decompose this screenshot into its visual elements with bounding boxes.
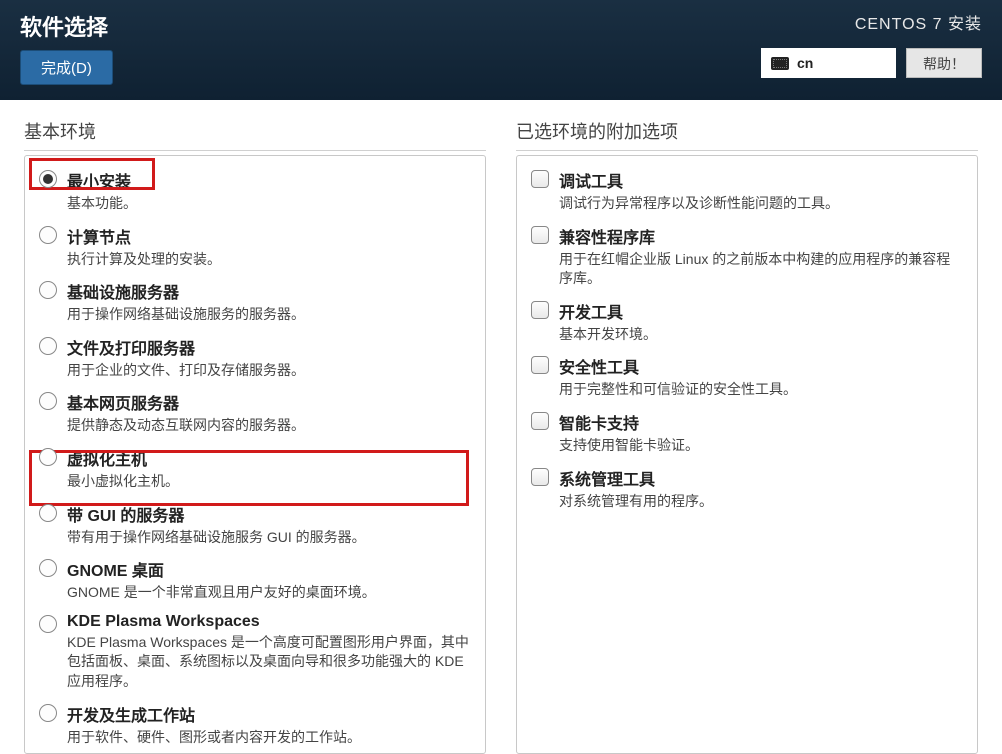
radio-button[interactable]: [39, 226, 57, 244]
keyboard-layout-indicator[interactable]: cn: [761, 48, 896, 78]
option-text: 智能卡支持支持使用智能卡验证。: [559, 410, 963, 456]
header-bar: 软件选择 完成(D) CENTOS 7 安装 cn 帮助！: [0, 0, 1002, 100]
header-left: 软件选择 完成(D): [20, 10, 113, 85]
addon-option[interactable]: 系统管理工具对系统管理有用的程序。: [529, 462, 965, 518]
addon-option[interactable]: 兼容性程序库用于在红帽企业版 Linux 的之前版本中构建的应用程序的兼容程序库…: [529, 220, 965, 295]
option-text: GNOME 桌面GNOME 是一个非常直观且用户友好的桌面环境。: [67, 557, 471, 603]
option-desc: 基本功能。: [67, 194, 471, 214]
option-title: 兼容性程序库: [559, 224, 963, 248]
option-title: 智能卡支持: [559, 410, 963, 434]
addon-option[interactable]: 开发工具基本开发环境。: [529, 295, 965, 351]
radio-button[interactable]: [39, 448, 57, 466]
option-title: 基本网页服务器: [67, 390, 471, 414]
checkbox[interactable]: [531, 226, 549, 244]
option-title: 带 GUI 的服务器: [67, 502, 471, 526]
option-desc: 用于操作网络基础设施服务的服务器。: [67, 305, 471, 325]
help-button[interactable]: 帮助！: [906, 48, 982, 78]
option-text: 兼容性程序库用于在红帽企业版 Linux 的之前版本中构建的应用程序的兼容程序库…: [559, 224, 963, 289]
addons-heading: 已选环境的附加选项: [516, 118, 978, 151]
radio-button[interactable]: [39, 559, 57, 577]
option-title: 开发工具: [559, 299, 963, 323]
option-text: 计算节点执行计算及处理的安装。: [67, 224, 471, 270]
option-text: 基础设施服务器用于操作网络基础设施服务的服务器。: [67, 279, 471, 325]
option-desc: 执行计算及处理的安装。: [67, 250, 471, 270]
option-desc: 支持使用智能卡验证。: [559, 436, 963, 456]
option-title: KDE Plasma Workspaces: [67, 613, 471, 631]
radio-button[interactable]: [39, 615, 57, 633]
checkbox[interactable]: [531, 170, 549, 188]
done-button[interactable]: 完成(D): [20, 50, 113, 85]
environment-option[interactable]: 基本网页服务器提供静态及动态互联网内容的服务器。: [37, 386, 473, 442]
keyboard-icon: [771, 57, 789, 70]
environment-option[interactable]: 基础设施服务器用于操作网络基础设施服务的服务器。: [37, 275, 473, 331]
option-desc: 基本开发环境。: [559, 325, 963, 345]
install-title: CENTOS 7 安装: [761, 10, 982, 34]
option-desc: 调试行为异常程序以及诊断性能问题的工具。: [559, 194, 963, 214]
option-text: 开发工具基本开发环境。: [559, 299, 963, 345]
option-title: GNOME 桌面: [67, 557, 471, 581]
checkbox[interactable]: [531, 468, 549, 486]
addons-list[interactable]: 调试工具调试行为异常程序以及诊断性能问题的工具。兼容性程序库用于在红帽企业版 L…: [516, 155, 978, 754]
option-desc: 提供静态及动态互联网内容的服务器。: [67, 416, 471, 436]
radio-button[interactable]: [39, 337, 57, 355]
base-environment-list[interactable]: 最小安装基本功能。计算节点执行计算及处理的安装。基础设施服务器用于操作网络基础设…: [24, 155, 486, 754]
option-desc: 用于软件、硬件、图形或者内容开发的工作站。: [67, 728, 471, 748]
environment-option[interactable]: GNOME 桌面GNOME 是一个非常直观且用户友好的桌面环境。: [37, 553, 473, 609]
checkbox[interactable]: [531, 301, 549, 319]
option-title: 调试工具: [559, 168, 963, 192]
keyboard-layout-label: cn: [797, 55, 813, 71]
option-text: 最小安装基本功能。: [67, 168, 471, 214]
addon-option[interactable]: 智能卡支持支持使用智能卡验证。: [529, 406, 965, 462]
option-text: 文件及打印服务器用于企业的文件、打印及存储服务器。: [67, 335, 471, 381]
environment-option[interactable]: 计算节点执行计算及处理的安装。: [37, 220, 473, 276]
base-environment-column: 基本环境 最小安装基本功能。计算节点执行计算及处理的安装。基础设施服务器用于操作…: [24, 118, 486, 754]
header-right: CENTOS 7 安装 cn 帮助！: [761, 10, 982, 78]
checkbox[interactable]: [531, 412, 549, 430]
option-title: 基础设施服务器: [67, 279, 471, 303]
option-desc: 对系统管理有用的程序。: [559, 492, 963, 512]
option-title: 安全性工具: [559, 354, 963, 378]
option-title: 虚拟化主机: [67, 446, 471, 470]
environment-option[interactable]: 最小安装基本功能。: [37, 164, 473, 220]
option-text: 安全性工具用于完整性和可信验证的安全性工具。: [559, 354, 963, 400]
addons-column: 已选环境的附加选项 调试工具调试行为异常程序以及诊断性能问题的工具。兼容性程序库…: [516, 118, 978, 754]
environment-option[interactable]: 文件及打印服务器用于企业的文件、打印及存储服务器。: [37, 331, 473, 387]
option-title: 开发及生成工作站: [67, 702, 471, 726]
radio-button[interactable]: [39, 170, 57, 188]
content-area: 基本环境 最小安装基本功能。计算节点执行计算及处理的安装。基础设施服务器用于操作…: [0, 100, 1002, 754]
option-title: 最小安装: [67, 168, 471, 192]
option-desc: 用于在红帽企业版 Linux 的之前版本中构建的应用程序的兼容程序库。: [559, 250, 963, 289]
radio-button[interactable]: [39, 281, 57, 299]
environment-option[interactable]: 开发及生成工作站用于软件、硬件、图形或者内容开发的工作站。: [37, 698, 473, 754]
radio-button[interactable]: [39, 504, 57, 522]
option-desc: 最小虚拟化主机。: [67, 472, 471, 492]
checkbox[interactable]: [531, 356, 549, 374]
option-desc: 用于完整性和可信验证的安全性工具。: [559, 380, 963, 400]
environment-option[interactable]: KDE Plasma Workspaces KDE Plasma Workspac…: [37, 609, 473, 698]
option-title: 计算节点: [67, 224, 471, 248]
radio-button[interactable]: [39, 392, 57, 410]
option-title: 文件及打印服务器: [67, 335, 471, 359]
option-desc: KDE Plasma Workspaces 是一个高度可配置图形用户界面，其中包…: [67, 633, 471, 692]
option-text: KDE Plasma Workspaces KDE Plasma Workspac…: [67, 613, 471, 692]
option-text: 虚拟化主机最小虚拟化主机。: [67, 446, 471, 492]
environment-option[interactable]: 带 GUI 的服务器带有用于操作网络基础设施服务 GUI 的服务器。: [37, 498, 473, 554]
addon-option[interactable]: 安全性工具用于完整性和可信验证的安全性工具。: [529, 350, 965, 406]
option-desc: GNOME 是一个非常直观且用户友好的桌面环境。: [67, 583, 471, 603]
option-title: 系统管理工具: [559, 466, 963, 490]
page-title: 软件选择: [20, 10, 113, 42]
option-text: 基本网页服务器提供静态及动态互联网内容的服务器。: [67, 390, 471, 436]
addon-option[interactable]: 调试工具调试行为异常程序以及诊断性能问题的工具。: [529, 164, 965, 220]
environment-option[interactable]: 虚拟化主机最小虚拟化主机。: [37, 442, 473, 498]
base-environment-heading: 基本环境: [24, 118, 486, 151]
option-text: 带 GUI 的服务器带有用于操作网络基础设施服务 GUI 的服务器。: [67, 502, 471, 548]
option-text: 开发及生成工作站用于软件、硬件、图形或者内容开发的工作站。: [67, 702, 471, 748]
option-desc: 用于企业的文件、打印及存储服务器。: [67, 361, 471, 381]
option-text: 调试工具调试行为异常程序以及诊断性能问题的工具。: [559, 168, 963, 214]
option-text: 系统管理工具对系统管理有用的程序。: [559, 466, 963, 512]
radio-button[interactable]: [39, 704, 57, 722]
option-desc: 带有用于操作网络基础设施服务 GUI 的服务器。: [67, 528, 471, 548]
